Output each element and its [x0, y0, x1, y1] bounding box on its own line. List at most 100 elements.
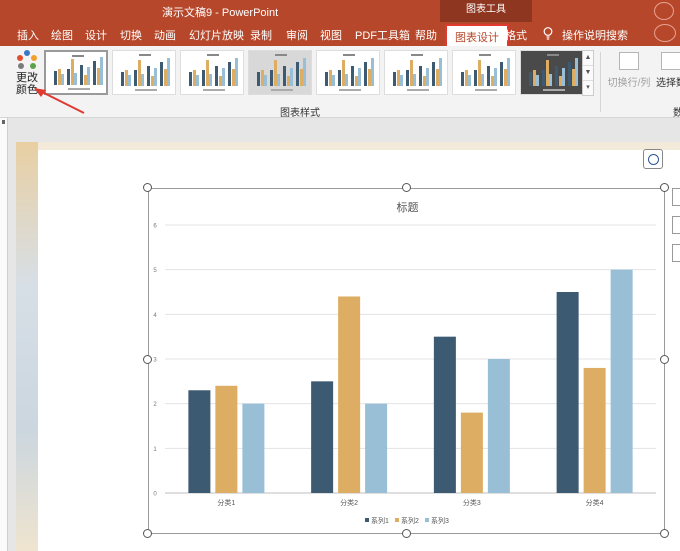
chart-style-6[interactable] [384, 50, 448, 95]
style-thumb-legend [543, 89, 565, 91]
bar[interactable] [242, 403, 265, 493]
chart-styles-gallery [44, 50, 584, 98]
tab-format[interactable]: 格式 [505, 27, 527, 43]
tab-pdf-toolbox[interactable]: PDF工具箱 [355, 27, 410, 43]
style-thumb-title [547, 54, 559, 56]
y-tick-label: 0 [153, 492, 157, 498]
tab-transitions[interactable]: 切换 [120, 27, 142, 43]
style-thumb-legend [407, 89, 429, 91]
bar[interactable] [433, 336, 456, 493]
switch-row-column-icon [619, 52, 639, 70]
chart-style-5[interactable] [316, 50, 380, 95]
change-colors-button[interactable]: 更改 颜色 [8, 50, 46, 104]
change-colors-label-2: 颜色 [16, 84, 38, 96]
chart-style-1[interactable] [44, 50, 108, 95]
ribbon-separator [600, 52, 601, 112]
tab-view[interactable]: 视图 [320, 27, 342, 43]
y-tick-label: 2 [153, 402, 157, 408]
bar-chart[interactable]: 0 1 2 3 4 5 6 分类1 分类2 分类3 分类4 系列1 系列2 系列3 [149, 189, 666, 535]
chart-frame[interactable]: 标题 0 1 2 3 4 5 6 分类1 分类2 分类3 分类4 系列1 系列2 系列3 [148, 188, 665, 534]
x-tick-label: 分类1 [217, 498, 235, 507]
style-thumb-title [207, 54, 219, 56]
style-thumb-bar [222, 68, 225, 86]
style-thumb-bar [290, 68, 293, 86]
gallery-down-icon[interactable]: ▼ [583, 66, 593, 81]
resize-handle-s[interactable] [402, 529, 411, 538]
style-thumb-legend [475, 89, 497, 91]
bar[interactable] [311, 381, 334, 493]
style-thumb-title [343, 54, 355, 56]
gallery-scroll: ▲ ▼ ▾ [582, 50, 594, 96]
resize-handle-n[interactable] [402, 183, 411, 192]
style-thumb-bar [167, 58, 170, 86]
layout-options-button[interactable] [643, 149, 663, 169]
select-data-button[interactable]: 选择数 [651, 52, 680, 89]
style-thumb-legend [203, 89, 225, 91]
switch-row-column-button[interactable]: 切换行/列 [607, 52, 651, 89]
style-thumb-title [479, 54, 491, 56]
style-thumb-bar [209, 74, 212, 86]
ribbon-chart-design: 更改 颜色 ▲ ▼ ▾ 图表样式 切换行/列 选择 数 [0, 46, 680, 119]
legend-entry: 系列2 [401, 516, 419, 525]
bar[interactable] [365, 403, 388, 493]
style-thumb-legend [135, 89, 157, 91]
title-bar: 演示文稿9 - PowerPoint 图表工具 [0, 0, 680, 22]
tab-draw[interactable]: 绘图 [51, 27, 73, 43]
resize-handle-se[interactable] [660, 529, 669, 538]
style-thumb-bar [413, 74, 416, 86]
style-thumb-legend [271, 89, 293, 91]
chart-filters-button[interactable] [672, 244, 680, 262]
bar[interactable] [583, 367, 606, 493]
legend-swatch [395, 518, 399, 522]
style-thumb-bar [426, 68, 429, 86]
gallery-more-icon[interactable]: ▾ [583, 81, 593, 96]
style-thumb-bar [358, 68, 361, 86]
style-thumb-title [411, 54, 423, 56]
chart-style-2[interactable] [112, 50, 176, 95]
tab-insert[interactable]: 插入 [17, 27, 39, 43]
tab-help[interactable]: 帮助 [415, 27, 437, 43]
chart-style-3[interactable] [180, 50, 244, 95]
resize-handle-ne[interactable] [660, 183, 669, 192]
data-group-label: 数 [673, 108, 680, 119]
chart-style-8[interactable] [520, 50, 584, 95]
y-tick-label: 3 [153, 358, 157, 364]
style-thumb-bar [264, 75, 267, 86]
bar[interactable] [188, 390, 211, 493]
resize-handle-e[interactable] [660, 355, 669, 364]
style-thumb-bar [549, 74, 552, 86]
gallery-up-icon[interactable]: ▲ [583, 51, 593, 66]
bar[interactable] [556, 292, 579, 493]
legend-entry: 系列3 [431, 516, 449, 525]
chart-style-7[interactable] [452, 50, 516, 95]
resize-handle-w[interactable] [143, 355, 152, 364]
tell-me-search[interactable]: 操作说明搜索 [562, 27, 628, 43]
style-thumb-bars [529, 58, 578, 86]
tab-review[interactable]: 审阅 [286, 27, 308, 43]
style-thumb-bars [325, 58, 374, 86]
account-logo-icon[interactable] [654, 2, 674, 20]
brand-watermark-icon [654, 24, 676, 42]
tab-slideshow[interactable]: 幻灯片放映 [189, 27, 244, 43]
tab-animations[interactable]: 动画 [154, 27, 176, 43]
bar[interactable] [215, 385, 238, 493]
style-thumb-bar [494, 68, 497, 86]
resize-handle-nw[interactable] [143, 183, 152, 192]
style-thumb-bar [439, 58, 442, 86]
tab-record[interactable]: 录制 [250, 27, 272, 43]
style-thumb-bar [74, 73, 77, 85]
chart-styles-button[interactable] [672, 216, 680, 234]
chart-elements-button[interactable] [672, 188, 680, 206]
lightbulb-icon [543, 27, 553, 40]
bar[interactable] [338, 296, 361, 493]
bar[interactable] [610, 269, 633, 493]
style-thumb-bar [128, 75, 131, 86]
tab-design[interactable]: 设计 [85, 27, 107, 43]
chart-style-4[interactable] [248, 50, 312, 95]
bar[interactable] [460, 412, 483, 493]
style-thumb-bar [536, 75, 539, 86]
bar[interactable] [487, 359, 510, 493]
style-thumb-bar [141, 74, 144, 86]
resize-handle-sw[interactable] [143, 529, 152, 538]
style-thumb-legend [68, 88, 90, 90]
